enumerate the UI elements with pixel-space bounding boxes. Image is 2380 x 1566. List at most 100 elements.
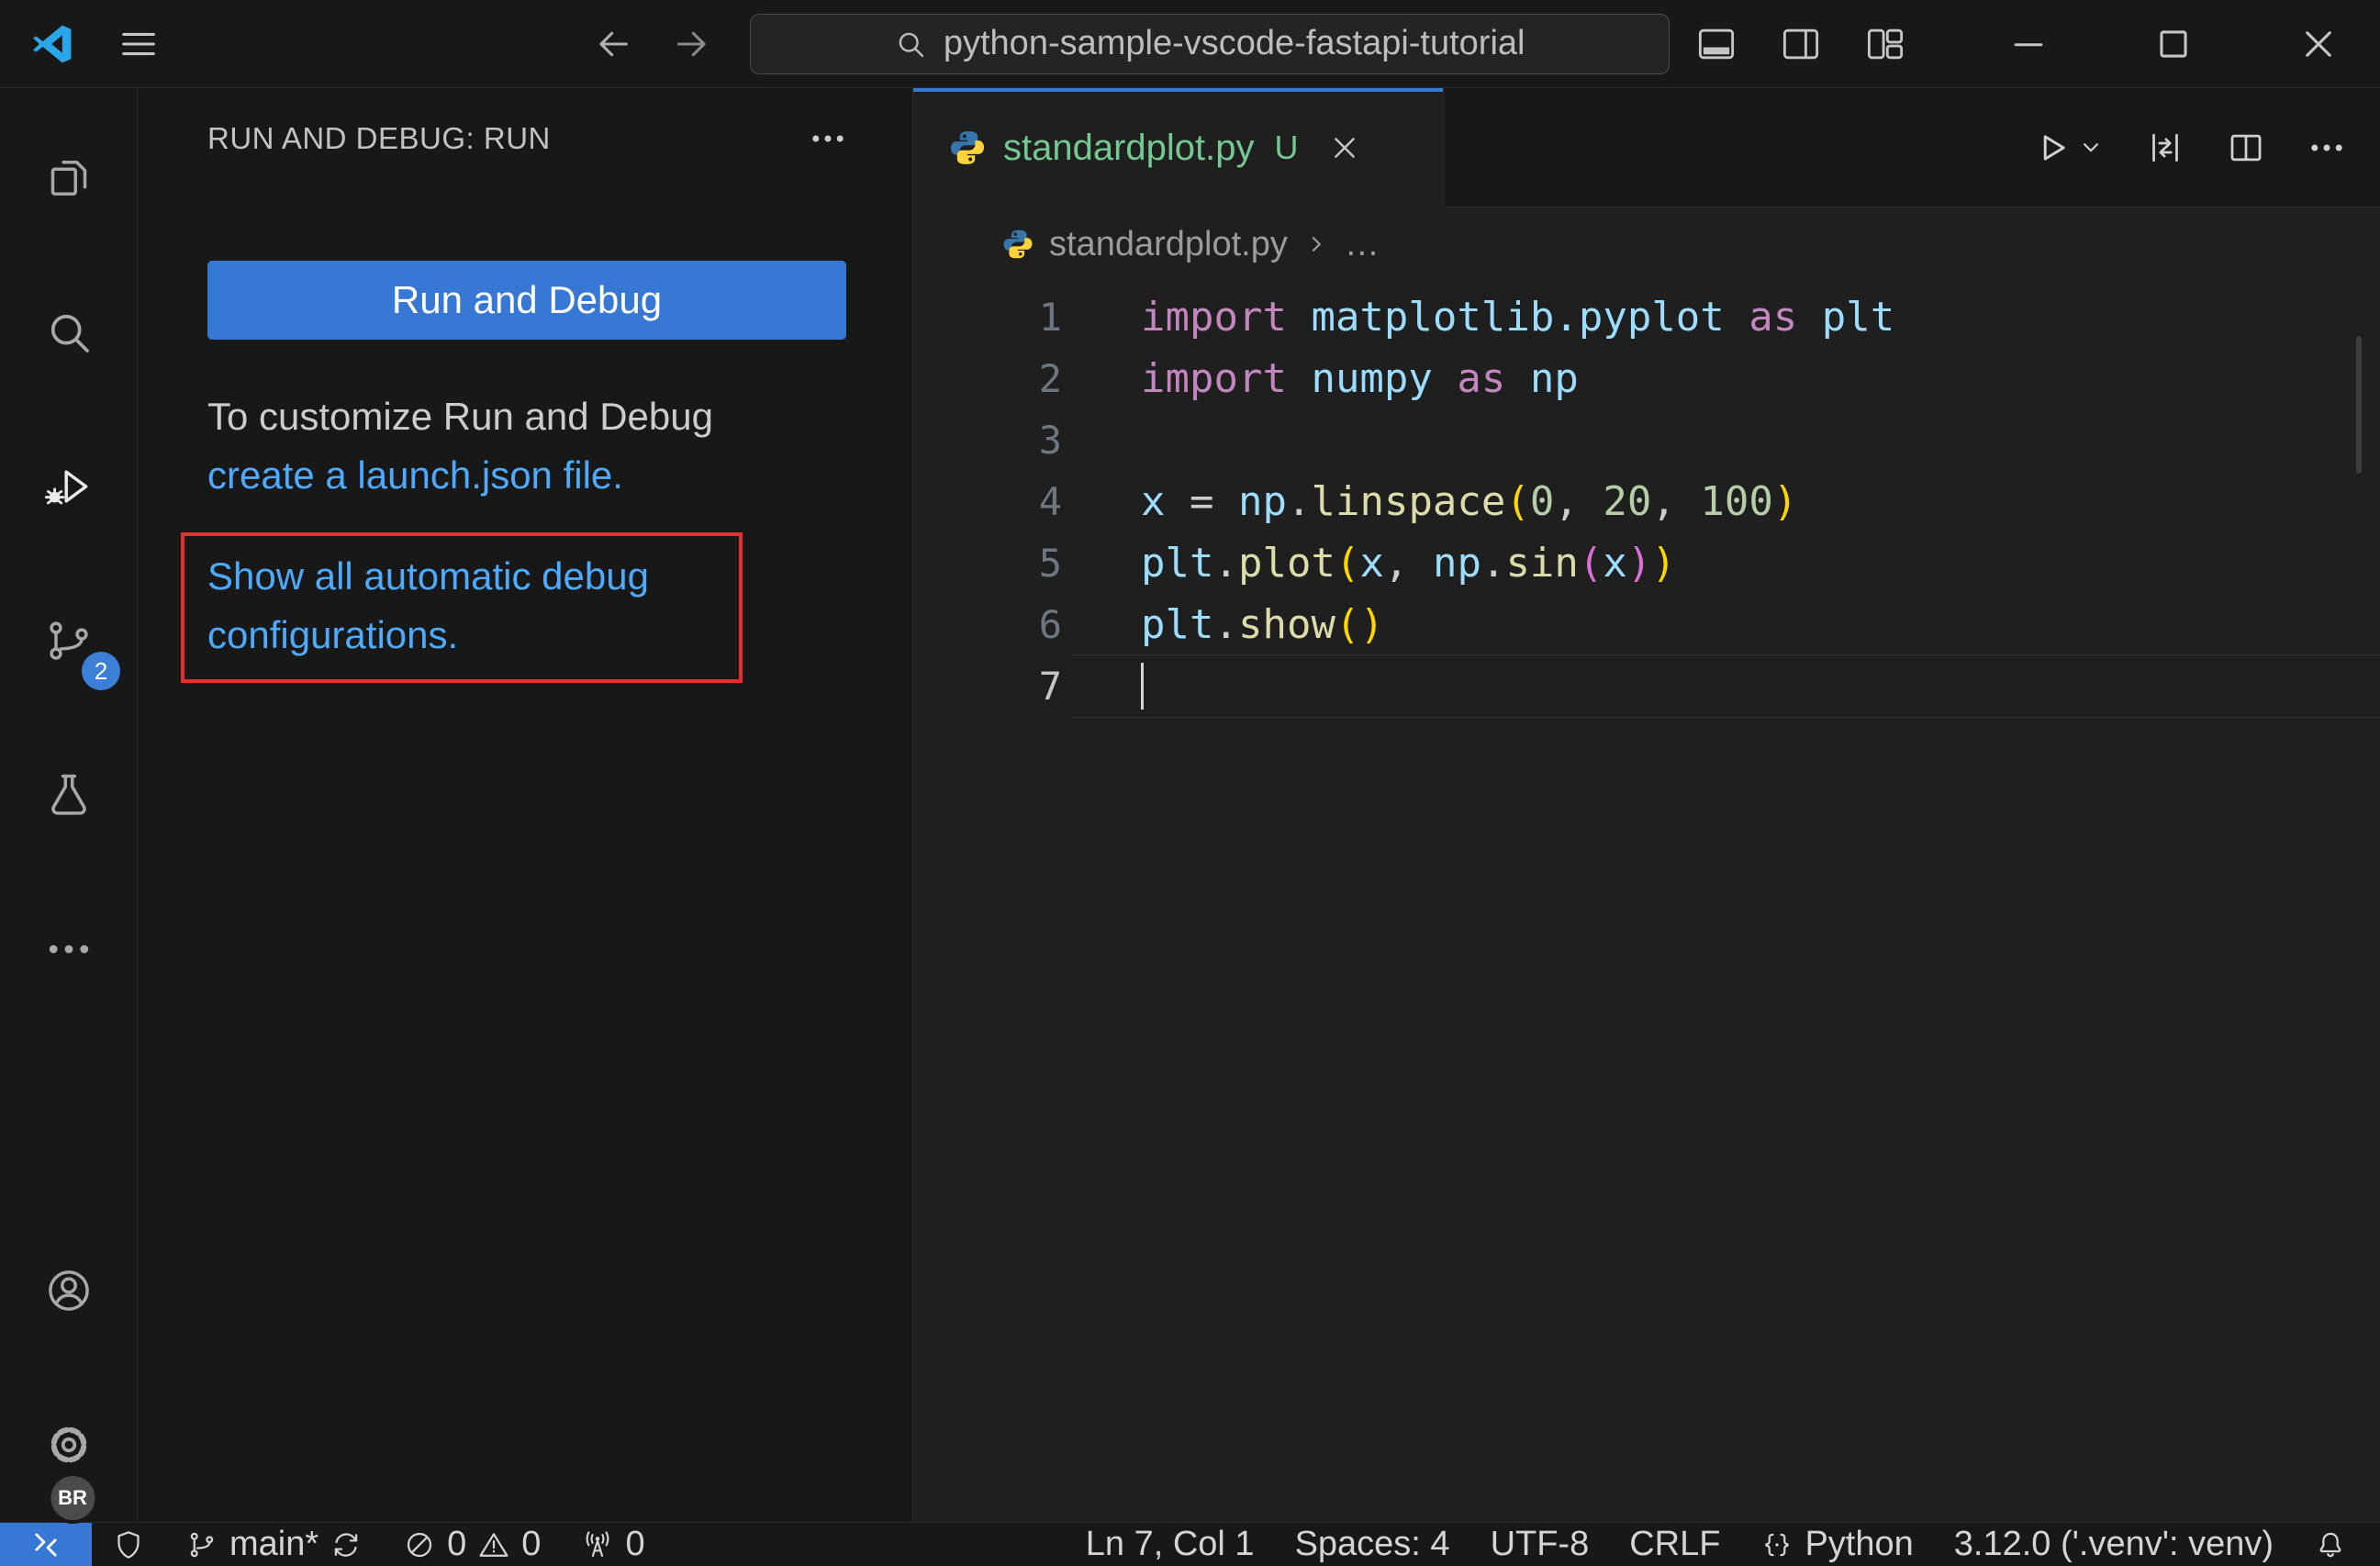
tab-standardplot-py[interactable]: standardplot.py U [913, 88, 1444, 207]
toggle-secondary-sidebar-icon[interactable] [1780, 23, 1822, 65]
minimize-icon[interactable] [2007, 23, 2050, 65]
editor-more-actions-icon[interactable] [2307, 128, 2347, 168]
code-text: plt.plot(x, np.sin(x)) [1141, 540, 1676, 587]
activity-badge: BR [46, 1472, 98, 1524]
line-number[interactable]: 2 [913, 348, 1062, 409]
error-icon [403, 1528, 436, 1561]
tab-label: standardplot.py [1003, 127, 1255, 168]
tab-bar: standardplot.py U [913, 88, 2380, 207]
breadcrumb-file[interactable]: standardplot.py [1049, 225, 1288, 264]
breadcrumb: standardplot.py … [913, 207, 2380, 281]
code-editor[interactable]: 1 import matplotlib.pyplot as plt 2 import … [913, 281, 2380, 1522]
remote-icon [29, 1528, 62, 1561]
sidebar-more-actions-icon[interactable] [808, 118, 848, 159]
activity-item-search[interactable] [0, 255, 137, 409]
line-number[interactable]: 1 [913, 286, 1062, 348]
status-remote[interactable] [0, 1523, 92, 1566]
maximize-icon[interactable] [2152, 23, 2195, 65]
menu-icon[interactable] [117, 23, 160, 65]
scrollbar-thumb[interactable] [2356, 336, 2362, 474]
navigate-back-icon[interactable] [592, 23, 634, 65]
line-number[interactable]: 3 [913, 409, 1062, 471]
status-encoding[interactable]: UTF-8 [1470, 1523, 1610, 1566]
create-launch-json-link[interactable]: create a launch.json file. [207, 453, 623, 497]
bell-icon [2314, 1528, 2347, 1561]
status-cursor-position[interactable]: Ln 7, Col 1 [1066, 1523, 1275, 1566]
line-number[interactable]: 4 [913, 471, 1062, 532]
titlebar: python-sample-vscode-fastapi-tutorial [0, 0, 2380, 88]
text-cursor [1141, 663, 1144, 710]
sidebar-header: RUN AND DEBUG: RUN [138, 88, 912, 189]
status-text: UTF-8 [1490, 1525, 1590, 1563]
python-file-icon [948, 129, 987, 167]
breadcrumb-symbol[interactable]: … [1345, 225, 1380, 264]
titlebar-left [0, 21, 160, 67]
code-line-7[interactable]: 7 [913, 654, 2380, 718]
editor-group: standardplot.py U standardplot.py … 1 imp… [913, 88, 2380, 1522]
line-number[interactable]: 7 [913, 655, 1062, 717]
status-git-branch[interactable]: main* [165, 1523, 383, 1566]
code-lines: 1 import matplotlib.pyplot as plt 2 import … [913, 286, 2380, 718]
annotation-red-box: Show all automatic debug configurations. [181, 532, 743, 683]
open-changes-icon[interactable] [2145, 128, 2185, 168]
status-eol[interactable]: CRLF [1609, 1523, 1740, 1566]
customize-hint-text: To customize Run and Debug [207, 395, 713, 438]
braces-icon [1760, 1528, 1793, 1561]
chevron-down-icon [2077, 134, 2105, 162]
activity-bar-spacer [0, 1026, 137, 1214]
line-number[interactable]: 6 [913, 594, 1062, 655]
code-text: import matplotlib.pyplot as plt [1141, 294, 1895, 341]
tab-close-icon[interactable] [1328, 131, 1361, 164]
show-debug-configurations-link[interactable]: Show all automatic debug configurations. [207, 547, 721, 665]
command-center-search[interactable]: python-sample-vscode-fastapi-tutorial [749, 13, 1670, 74]
activity-item-source-control[interactable]: 2 [0, 564, 137, 718]
activity-bar-bottom: BR [0, 1214, 137, 1524]
code-line-2[interactable]: 2 import numpy as np [913, 348, 2380, 409]
activity-item-more-views[interactable] [0, 872, 137, 1026]
line-number[interactable]: 5 [913, 532, 1062, 594]
activity-badge: 2 [82, 652, 120, 690]
tab-untracked-indicator: U [1274, 129, 1299, 166]
code-line-1[interactable]: 1 import matplotlib.pyplot as plt [913, 286, 2380, 348]
activity-item-settings[interactable]: BR [0, 1368, 137, 1524]
status-indentation[interactable]: Spaces: 4 [1275, 1523, 1470, 1566]
activity-item-accounts[interactable] [0, 1214, 137, 1368]
code-line-4[interactable]: 4 x = np.linspace(0, 20, 100) [913, 471, 2380, 532]
window-controls [2007, 23, 2340, 65]
chevron-right-icon [1302, 230, 1330, 258]
status-text: main* [229, 1525, 319, 1563]
status-left: main* 0 0 0 [0, 1523, 665, 1566]
status-text: Python [1805, 1525, 1914, 1563]
status-language-mode[interactable]: Python [1740, 1523, 1933, 1566]
activity-item-testing[interactable] [0, 718, 137, 872]
close-icon[interactable] [2297, 23, 2340, 65]
activity-item-run-and-debug[interactable] [0, 409, 137, 564]
status-notifications[interactable] [2294, 1523, 2367, 1566]
status-problems[interactable]: 00 [383, 1523, 561, 1566]
toggle-panel-icon[interactable] [1695, 23, 1738, 65]
ellipsis-icon [43, 923, 95, 975]
code-text: import numpy as np [1141, 355, 1579, 402]
code-line-5[interactable]: 5 plt.plot(x, np.sin(x)) [913, 532, 2380, 594]
debug-icon [43, 461, 95, 512]
split-editor-icon[interactable] [2226, 128, 2266, 168]
editor-actions [2031, 88, 2380, 207]
code-line-3[interactable]: 3 [913, 409, 2380, 471]
customize-layout-icon[interactable] [1864, 23, 1906, 65]
code-line-6[interactable]: 6 plt.show() [913, 594, 2380, 655]
python-file-icon [1001, 228, 1034, 261]
radio-tower-icon [581, 1528, 614, 1561]
search-icon [894, 28, 927, 61]
run-python-file-button[interactable] [2031, 128, 2105, 168]
status-python-interpreter[interactable]: 3.12.0 ('.venv': venv) [1934, 1523, 2294, 1566]
account-icon [43, 1265, 95, 1316]
status-workspace-trust[interactable] [92, 1523, 165, 1566]
status-text: 0 [447, 1525, 467, 1563]
files-icon [43, 152, 95, 204]
gear-icon [43, 1419, 95, 1471]
status-ports[interactable]: 0 [561, 1523, 665, 1566]
branch-icon [185, 1528, 218, 1561]
navigate-forward-icon[interactable] [671, 23, 713, 65]
activity-item-explorer[interactable] [0, 101, 137, 255]
run-and-debug-button[interactable]: Run and Debug [207, 261, 846, 340]
